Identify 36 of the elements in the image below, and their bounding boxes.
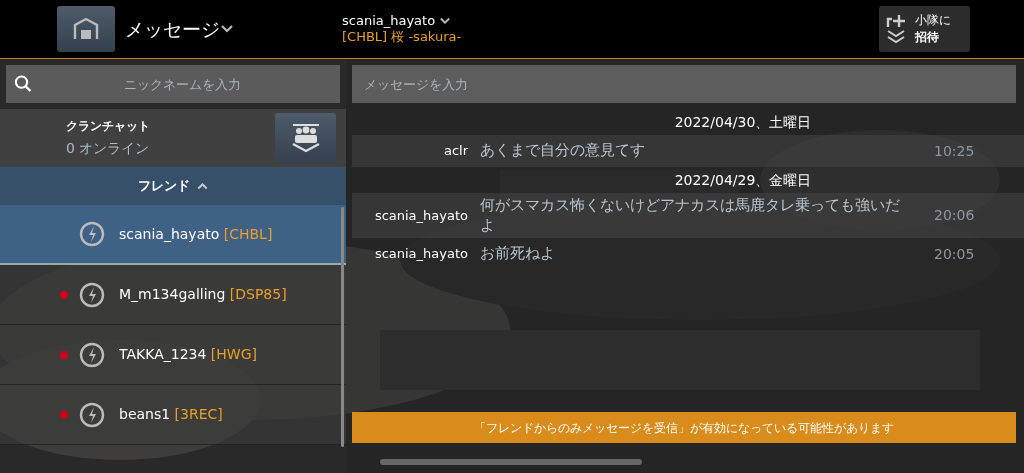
chevron-down-icon — [220, 23, 234, 35]
message-sender: aclr — [442, 142, 468, 161]
message-text: お前死ねよ — [480, 244, 556, 264]
friend-name: beans1 [3REC] — [119, 405, 223, 424]
chevron-down-icon — [438, 15, 451, 26]
date-separator: 2022/04/29、金曜日 — [673, 171, 813, 190]
friend-row[interactable]: scania_hayato [CHBL] — [0, 205, 346, 265]
search-icon — [14, 74, 33, 94]
garage-icon — [73, 17, 99, 41]
home-button[interactable] — [57, 6, 115, 52]
message-time: 20:05 — [934, 244, 975, 264]
chevron-up-icon — [195, 181, 209, 191]
notice-banner: 「フレンドからのみメッセージを受信」が有効になっている可能性があります — [352, 412, 1016, 443]
lightning-icon — [79, 281, 105, 308]
invite-to-squad-button[interactable]: 小隊に 招待 — [879, 6, 970, 52]
message-text: あくまで自分の意見てす — [480, 141, 646, 161]
lightning-icon — [79, 341, 105, 368]
message-text: 何がスマカス怖くないけどアナカスは馬鹿タレ乗っても強いだよ — [480, 196, 901, 235]
message-sender: scania_hayato — [373, 206, 468, 225]
friend-row[interactable]: M_m134galling [DSP85] — [0, 265, 346, 325]
friend-name: M_m134galling [DSP85] — [119, 285, 287, 304]
username: scania_hayato — [342, 12, 436, 29]
message-time: 20:06 — [934, 206, 975, 225]
clan-chat-button[interactable] — [275, 113, 336, 163]
online-count: 0 オンライン — [66, 139, 150, 159]
clan-name: [CHBL] 桜 -sakura- — [342, 29, 462, 46]
lightning-icon — [79, 401, 105, 428]
friend-name: scania_hayato [CHBL] — [119, 224, 273, 244]
message-sender: scania_hayato — [373, 245, 468, 264]
date-separator: 2022/04/30、土曜日 — [673, 113, 813, 132]
message-time: 10:25 — [934, 141, 975, 161]
friend-name: TAKKA_1234 [HWG] — [119, 345, 257, 364]
clan-chat-title: クランチャット — [66, 117, 150, 135]
page-title: メッセージ — [125, 16, 220, 42]
friends-toggle[interactable]: フレンド — [0, 167, 346, 205]
lightning-icon — [79, 221, 105, 247]
